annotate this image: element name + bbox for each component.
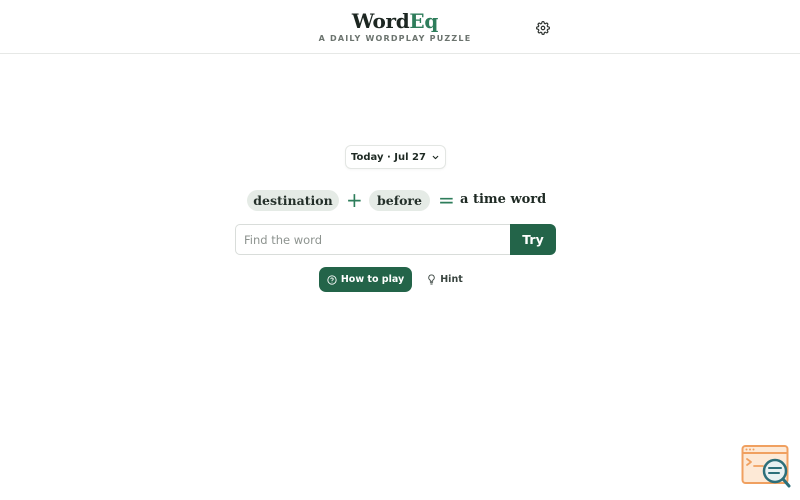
app-header: WordEq A DAILY WORDPLAY PUZZLE	[0, 0, 800, 54]
browser-search-icon[interactable]	[741, 444, 792, 489]
answer-form: Try	[235, 224, 556, 255]
plus-operator: +	[346, 188, 363, 212]
logo-main: Word	[351, 9, 410, 33]
term-chip-2: before	[369, 190, 430, 211]
how-to-play-label: How to play	[340, 274, 405, 285]
date-label: Today · Jul 27	[351, 151, 426, 163]
answer-input[interactable]	[235, 224, 512, 255]
lightbulb-icon	[428, 274, 435, 285]
puzzle-equation: destination + before = a time word	[0, 188, 800, 212]
app-tagline: A DAILY WORDPLAY PUZZLE	[318, 34, 472, 43]
date-selector[interactable]: Today · Jul 27	[345, 145, 446, 169]
gear-icon[interactable]	[536, 20, 550, 35]
chevron-down-icon	[432, 155, 439, 159]
equals-operator: =	[438, 188, 455, 212]
result-clue: a time word	[460, 192, 547, 207]
try-button[interactable]: Try	[510, 224, 556, 255]
how-to-play-button[interactable]: How to play	[319, 267, 412, 292]
help-circle-icon	[327, 274, 337, 285]
hint-label: Hint	[440, 274, 463, 285]
app-logo[interactable]: WordEq	[0, 9, 790, 33]
term-chip-1: destination	[247, 190, 339, 211]
hint-button[interactable]: Hint	[424, 270, 466, 289]
logo-accent: Eq	[409, 9, 439, 33]
